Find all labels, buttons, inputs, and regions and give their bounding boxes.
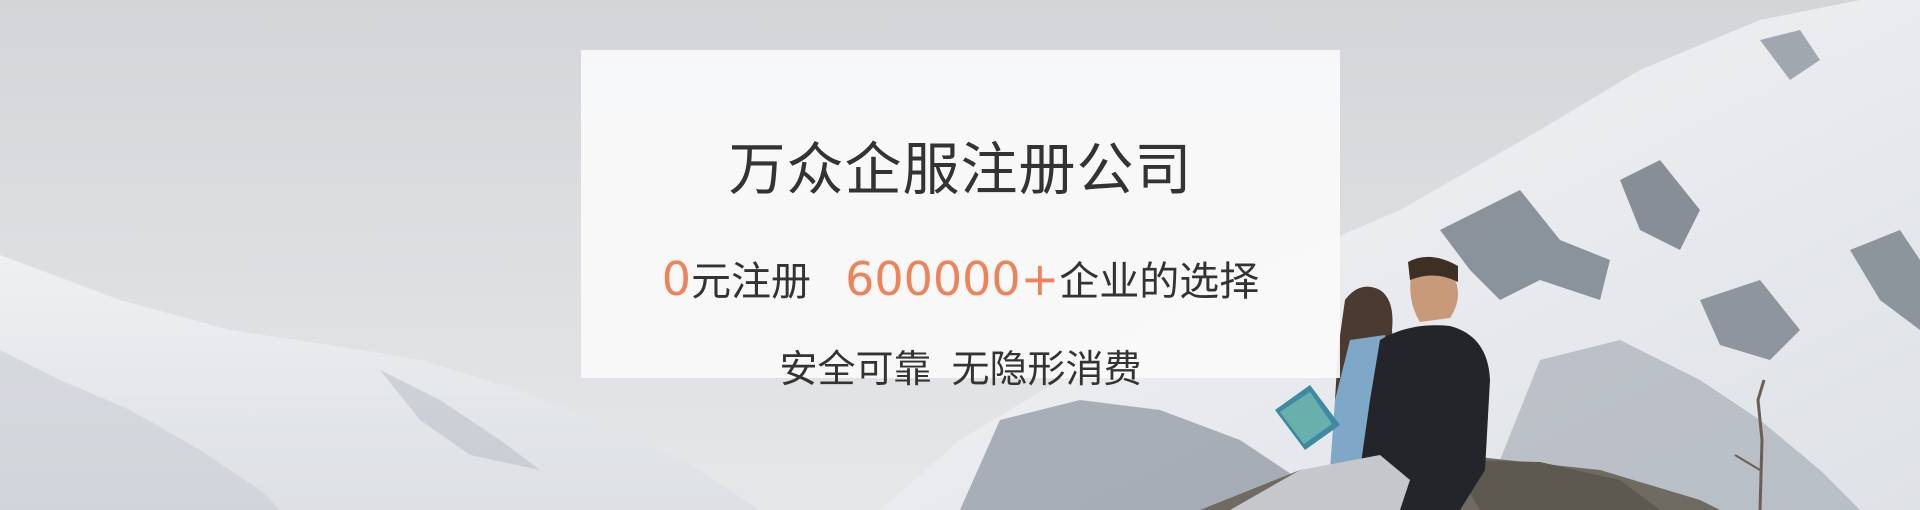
free-number: 0 xyxy=(661,252,692,306)
hero-banner: 万众企服注册公司 0元注册 600000+企业的选择 安全可靠 无隐形消费 xyxy=(0,0,1920,510)
tagline: 安全可靠 无隐形消费 xyxy=(581,350,1340,388)
company-count: 600000+ xyxy=(845,252,1060,306)
promo-line: 0元注册 600000+企业的选择 xyxy=(581,256,1340,302)
free-text: 元注册 xyxy=(691,259,812,305)
tagline-safe: 安全可靠 xyxy=(779,347,932,391)
tagline-no-hidden-fees: 无隐形消费 xyxy=(951,347,1142,391)
promo-card: 万众企服注册公司 0元注册 600000+企业的选择 安全可靠 无隐形消费 xyxy=(581,50,1340,388)
banner-title: 万众企服注册公司 xyxy=(728,137,1193,203)
company-count-text: 企业的选择 xyxy=(1059,259,1260,305)
